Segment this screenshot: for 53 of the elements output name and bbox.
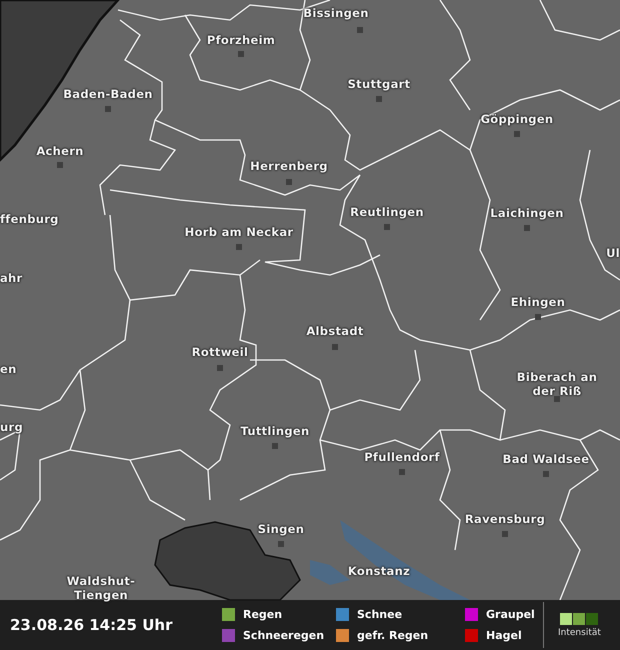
city-marker-icon: [502, 531, 508, 537]
city-label: urg: [0, 420, 23, 434]
city-marker-icon: [514, 131, 520, 137]
city-label: en: [0, 362, 17, 376]
city-label: Bissingen: [303, 6, 369, 20]
intensity-label: Intensität: [558, 628, 601, 638]
city-label: Herrenberg: [250, 159, 328, 173]
city-label: Tuttlingen: [240, 424, 310, 438]
city-label: Horb am Neckar: [184, 225, 294, 239]
city-marker-icon: [272, 443, 278, 449]
city-label: Waldshut-Tiengen: [66, 574, 136, 602]
city-marker-icon: [105, 106, 111, 112]
legend-label: Regen: [243, 608, 282, 621]
city-marker-icon: [535, 314, 541, 320]
legend-label: gefr. Regen: [357, 629, 428, 642]
city-label: Bad Waldsee: [502, 452, 590, 466]
legend-label: Schnee: [357, 608, 402, 621]
city-label: Achern: [36, 144, 84, 158]
city-label: Laichingen: [490, 206, 564, 220]
city-marker-icon: [399, 469, 405, 475]
city-label: Rottweil: [192, 345, 248, 359]
city-label: Ul: [606, 246, 620, 260]
city-marker-icon: [357, 27, 363, 33]
city-label: Reutlingen: [350, 205, 424, 219]
city-label: Konstanz: [348, 564, 410, 578]
city-label: Pforzheim: [206, 33, 276, 47]
timestamp: 23.08.26 14:25 Uhr: [10, 616, 174, 634]
city-label: Stuttgart: [348, 77, 410, 91]
legend-label: Schneeregen: [243, 629, 324, 642]
city-marker-icon: [376, 96, 382, 102]
city-label: ahr: [0, 271, 23, 285]
city-label: Ehingen: [510, 295, 566, 309]
city-marker-icon: [543, 471, 549, 477]
city-marker-icon: [217, 365, 223, 371]
city-marker-icon: [238, 51, 244, 57]
city-label: ffenburg: [0, 212, 59, 226]
city-marker-icon: [57, 162, 63, 168]
city-marker-icon: [236, 244, 242, 250]
city-marker-icon: [286, 179, 292, 185]
city-marker-icon: [332, 344, 338, 350]
legend-label: Hagel: [486, 629, 522, 642]
legend-label: Graupel: [486, 608, 535, 621]
city-marker-icon: [278, 541, 284, 547]
city-label: Albstadt: [306, 324, 364, 338]
city-label: Biberach an der Riß: [516, 370, 598, 398]
city-label: Singen: [258, 522, 304, 536]
city-label: Ravensburg: [464, 512, 546, 526]
city-label: Baden-Baden: [63, 87, 153, 101]
city-label: Göppingen: [480, 112, 554, 126]
city-marker-icon: [384, 224, 390, 230]
city-marker-icon: [554, 396, 560, 402]
city-label: Pfullendorf: [364, 450, 440, 464]
city-marker-icon: [524, 225, 530, 231]
